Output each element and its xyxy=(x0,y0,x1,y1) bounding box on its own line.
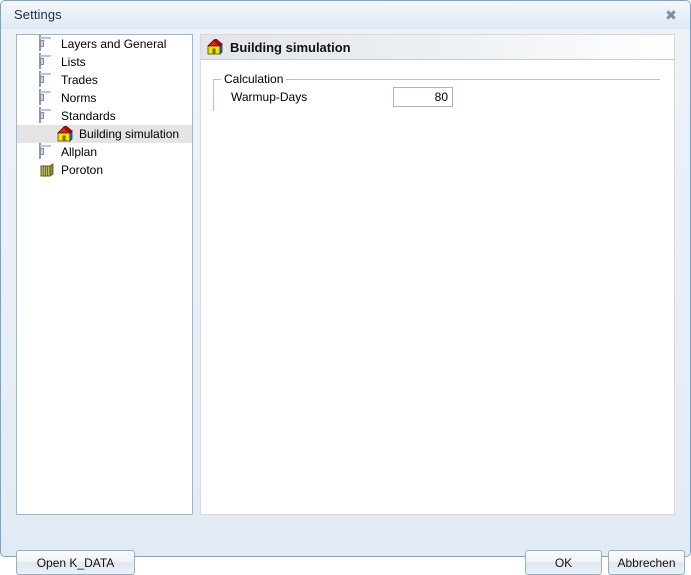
warmup-days-row: Warmup-Days xyxy=(231,87,651,109)
tree-item-standards[interactable]: Standards xyxy=(17,107,192,125)
house-icon xyxy=(207,38,223,55)
page-icon xyxy=(39,107,55,124)
cancel-button[interactable]: Abbrechen xyxy=(608,550,685,575)
tree-item-label: Standards xyxy=(61,109,116,123)
page-icon xyxy=(39,35,55,52)
ok-button[interactable]: OK xyxy=(525,550,602,575)
page-icon xyxy=(39,89,55,106)
page-icon xyxy=(39,143,55,160)
close-icon[interactable]: ✖ xyxy=(660,5,682,25)
open-k-data-button[interactable]: Open K_DATA xyxy=(16,550,135,575)
groupbox-legend: Calculation xyxy=(221,73,287,86)
house-icon xyxy=(57,125,73,142)
tree-item-trades[interactable]: Trades xyxy=(17,71,192,89)
tree-item-label: Poroton xyxy=(61,163,104,177)
window-title: Settings xyxy=(14,7,62,22)
tree-item-label: Trades xyxy=(61,73,98,87)
tree-item-label: Building simulation xyxy=(79,127,180,141)
warmup-days-input[interactable] xyxy=(393,87,453,107)
calculation-groupbox: Calculation Warmup-Days xyxy=(213,73,660,111)
content-panel: Building simulation Calculation Warmup-D… xyxy=(200,34,675,515)
tree-item-label: Allplan xyxy=(61,145,98,159)
warmup-days-label: Warmup-Days xyxy=(231,90,308,104)
tree-item-label: Norms xyxy=(61,91,97,105)
page-icon xyxy=(39,53,55,70)
tree-item-building-simulation[interactable]: Building simulation xyxy=(17,125,192,143)
tree-item-norms[interactable]: Norms xyxy=(17,89,192,107)
brick-icon xyxy=(39,162,55,178)
settings-dialog-window: Settings ✖ Layers and General Lists Trades… xyxy=(0,0,691,575)
tree-item-poroton[interactable]: Poroton xyxy=(17,161,192,179)
content-header: Building simulation xyxy=(201,35,674,60)
dialog-body: Layers and General Lists Trades Norms Standa… xyxy=(1,29,690,575)
tree-item-layers-and-general[interactable]: Layers and General xyxy=(17,35,192,53)
settings-tree-list[interactable]: Layers and General Lists Trades Norms Standa… xyxy=(17,35,192,179)
settings-tree-panel: Layers and General Lists Trades Norms Standa… xyxy=(16,34,193,515)
tree-item-allplan[interactable]: Allplan xyxy=(17,143,192,161)
tree-item-label: Lists xyxy=(61,55,86,69)
content-header-title: Building simulation xyxy=(230,39,351,55)
tree-item-label: Layers and General xyxy=(61,37,167,51)
page-icon xyxy=(39,71,55,88)
titlebar: Settings ✖ xyxy=(1,1,690,29)
tree-item-lists[interactable]: Lists xyxy=(17,53,192,71)
